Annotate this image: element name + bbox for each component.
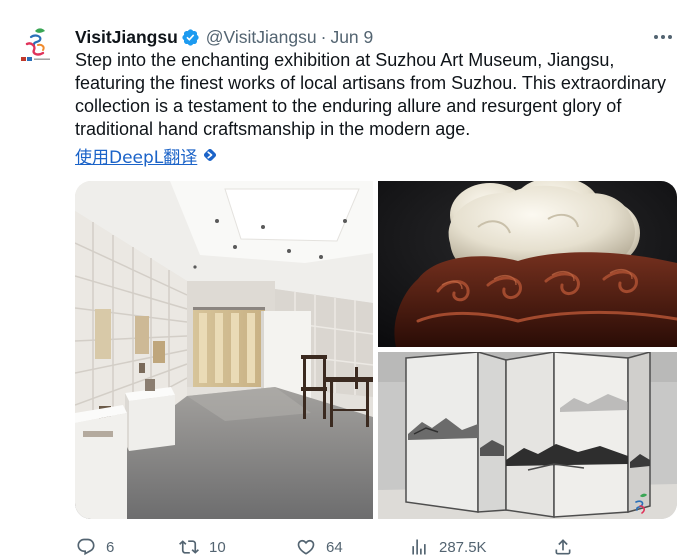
deepl-icon	[202, 147, 218, 163]
translate-row: 使用DeepL翻译	[75, 143, 218, 168]
visitjiangsu-logo-icon	[21, 28, 50, 61]
retweet-count: 10	[209, 538, 226, 556]
separator-dot: ·	[320, 26, 327, 47]
more-button[interactable]	[652, 27, 674, 47]
tweet-header: VisitJiangsu @VisitJiangsu · Jun 9	[75, 25, 373, 49]
tweet-text-line: Step into the enchanting exhibition at S…	[75, 50, 615, 70]
like-button[interactable]: 64	[296, 536, 343, 558]
reply-button[interactable]: 6	[76, 536, 114, 558]
display-name[interactable]: VisitJiangsu	[75, 27, 178, 48]
views-count: 287.5K	[439, 538, 487, 556]
media-grid	[75, 181, 677, 519]
views-icon	[409, 537, 429, 557]
reply-count: 6	[106, 538, 115, 556]
retweet-button[interactable]: 10	[179, 536, 226, 558]
photo-gallery-interior[interactable]	[75, 181, 373, 519]
avatar[interactable]	[16, 26, 56, 66]
tweet-text-line: collection is a testament to the endurin…	[75, 96, 622, 116]
tweet-date[interactable]: Jun 9	[330, 27, 373, 48]
retweet-icon	[179, 537, 199, 557]
photo-jade-carving[interactable]	[378, 181, 677, 347]
verified-badge-icon	[181, 28, 200, 47]
photo-folding-screen[interactable]	[378, 352, 677, 519]
share-icon	[553, 537, 573, 557]
views-button[interactable]: 287.5K	[409, 536, 487, 558]
more-icon	[654, 35, 672, 39]
tweet-text-line: traditional hand craftsmanship in the mo…	[75, 119, 471, 139]
share-button[interactable]	[553, 536, 573, 558]
like-count: 64	[326, 538, 343, 556]
user-handle[interactable]: @VisitJiangsu	[206, 27, 317, 48]
translate-link[interactable]: 使用DeepL翻译	[75, 143, 197, 168]
heart-icon	[296, 537, 316, 557]
reply-icon	[76, 537, 96, 557]
tweet-text: Step into the enchanting exhibition at S…	[75, 49, 666, 141]
tweet-text-line: featuring the finest works of local arti…	[75, 73, 666, 93]
